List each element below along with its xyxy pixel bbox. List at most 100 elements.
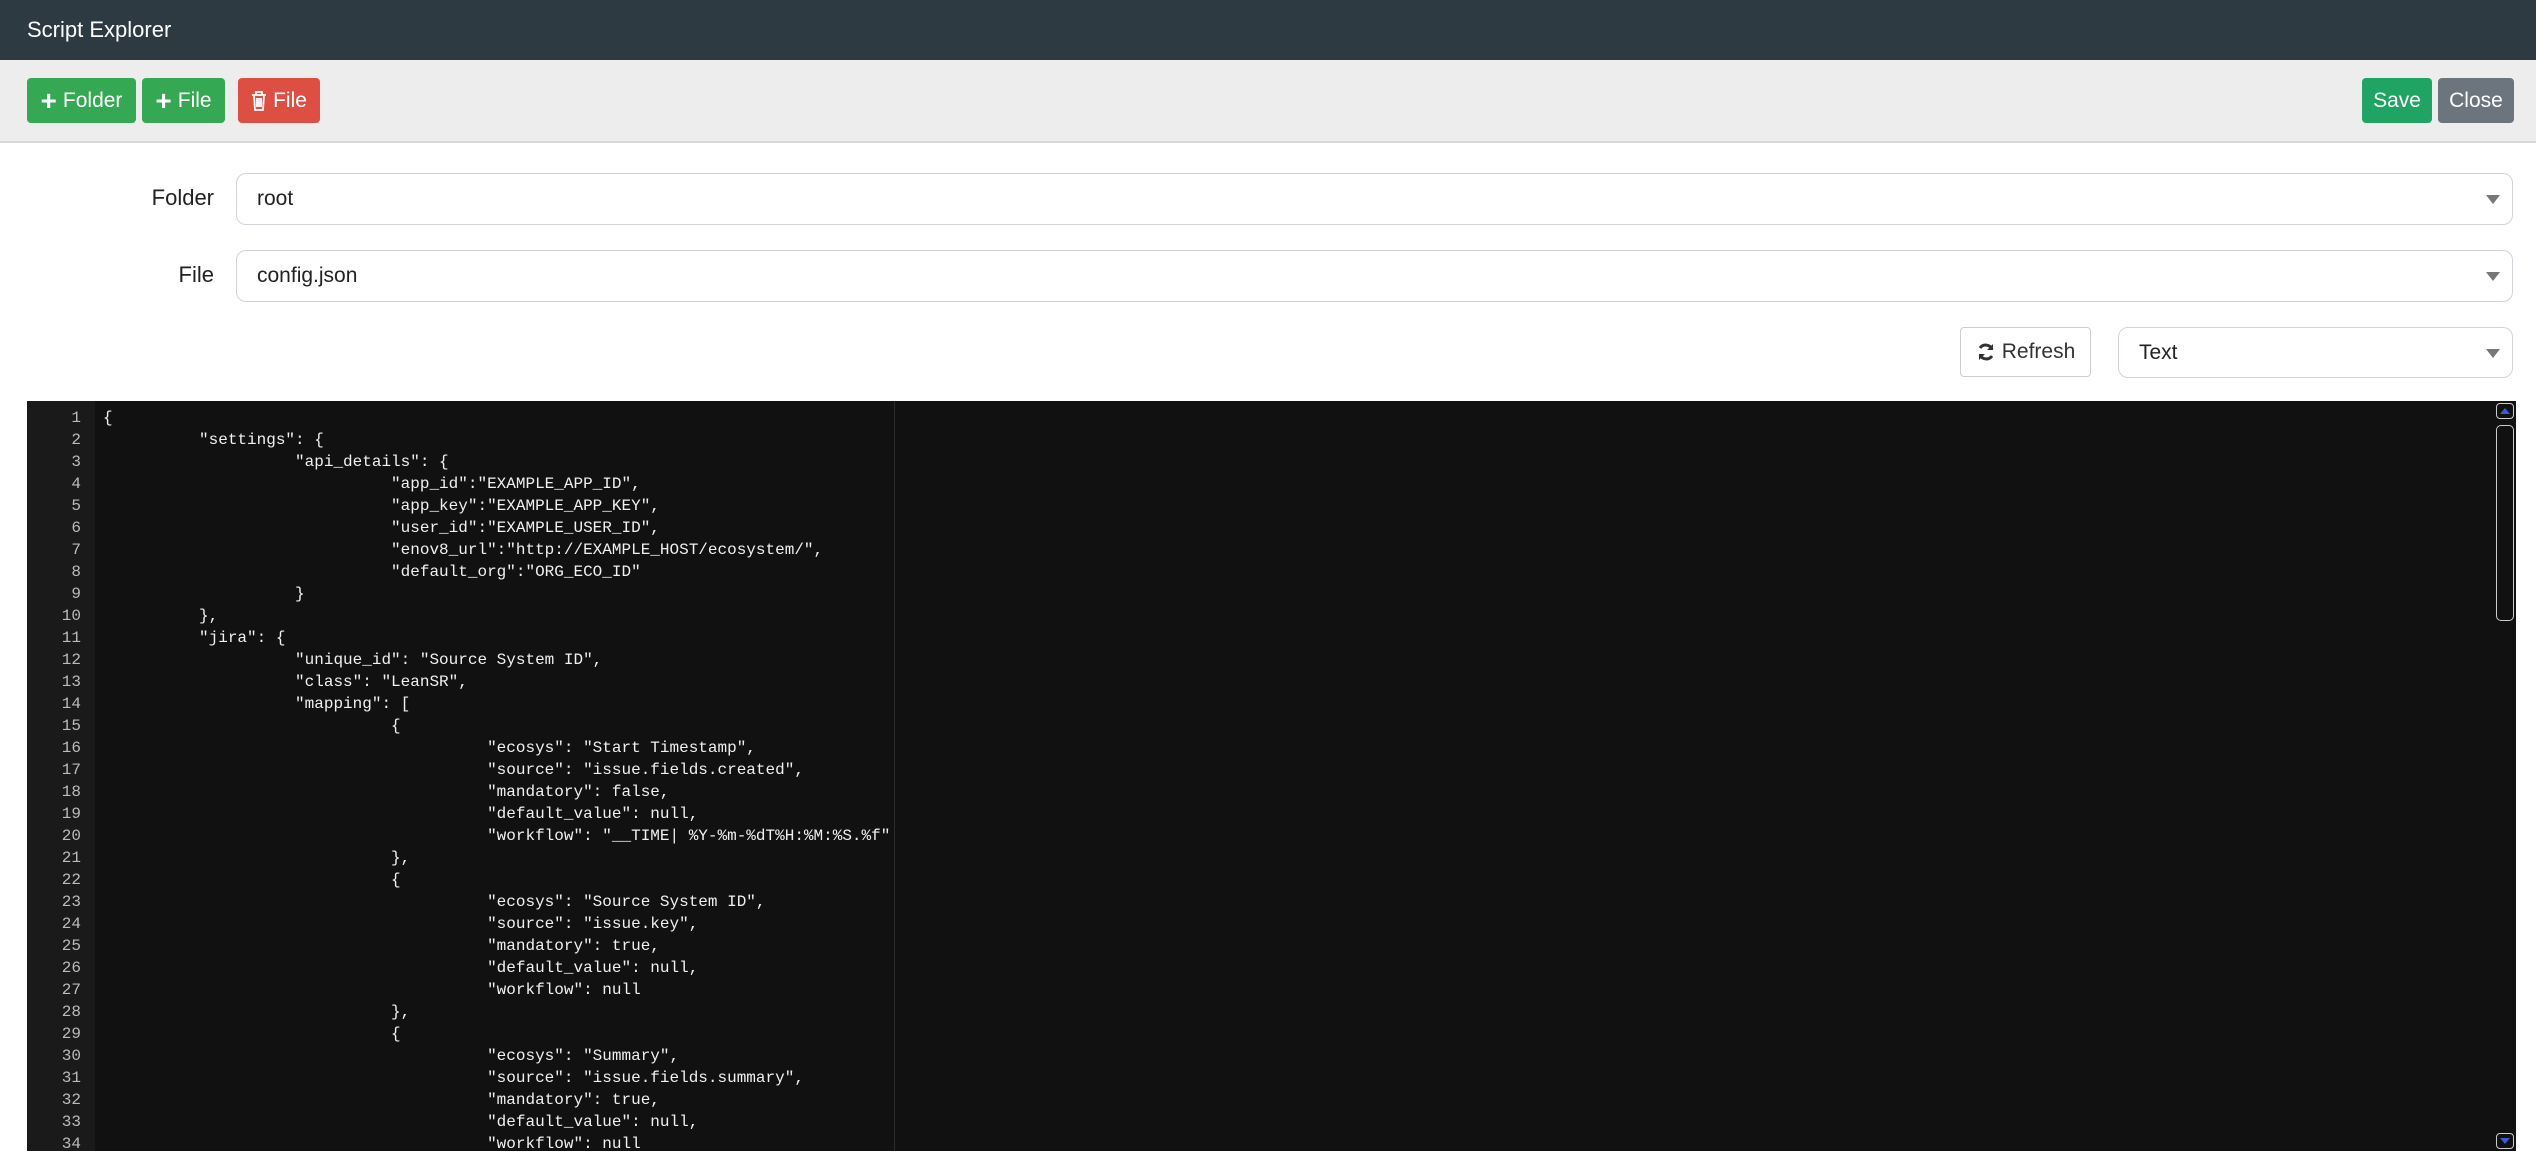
line-number: 4 [71, 475, 81, 493]
code-line[interactable]: 7 "enov8_url":"http://EXAMPLE_HOST/ecosy… [27, 539, 2516, 561]
line-number: 34 [61, 1135, 81, 1151]
file-select[interactable]: config.json [236, 250, 2513, 302]
line-text[interactable]: "app_id":"EXAMPLE_APP_ID", [81, 473, 641, 495]
refresh-button[interactable]: Refresh [1960, 327, 2091, 377]
code-line[interactable]: 3 "api_details": { [27, 451, 2516, 473]
line-text[interactable]: "default_value": null, [81, 1111, 698, 1133]
code-line[interactable]: 13 "class": "LeanSR", [27, 671, 2516, 693]
folder-label: Folder [151, 185, 214, 210]
scroll-down-icon[interactable] [2496, 1133, 2514, 1149]
save-button[interactable]: Save [2362, 78, 2432, 123]
code-editor[interactable]: 1{2 "settings": {3 "api_details": {4 "ap… [27, 401, 2516, 1151]
line-text[interactable]: "mandatory": true, [81, 1089, 660, 1111]
code-line[interactable]: 1{ [27, 407, 2516, 429]
code-line[interactable]: 12 "unique_id": "Source System ID", [27, 649, 2516, 671]
line-text[interactable]: "default_value": null, [81, 957, 698, 979]
line-text[interactable]: }, [81, 605, 218, 627]
code-line[interactable]: 24 "source": "issue.key", [27, 913, 2516, 935]
code-line[interactable]: 6 "user_id":"EXAMPLE_USER_ID", [27, 517, 2516, 539]
line-number: 5 [71, 497, 81, 515]
line-text[interactable]: { [81, 869, 401, 891]
line-text[interactable]: "enov8_url":"http://EXAMPLE_HOST/ecosyst… [81, 539, 823, 561]
line-text[interactable]: { [81, 715, 401, 737]
code-line[interactable]: 31 "source": "issue.fields.summary", [27, 1067, 2516, 1089]
line-number: 16 [61, 739, 81, 757]
line-number: 32 [61, 1091, 81, 1109]
code-line[interactable]: 30 "ecosys": "Summary", [27, 1045, 2516, 1067]
close-button[interactable]: Close [2438, 78, 2514, 123]
line-text[interactable]: "api_details": { [81, 451, 449, 473]
line-text[interactable]: "mapping": [ [81, 693, 410, 715]
add-file-button[interactable]: + File [142, 78, 225, 123]
code-line[interactable]: 22 { [27, 869, 2516, 891]
line-number: 10 [61, 607, 81, 625]
line-number: 3 [71, 453, 81, 471]
line-text[interactable]: "default_org":"ORG_ECO_ID" [81, 561, 641, 583]
plus-icon: + [155, 84, 172, 116]
scroll-up-icon[interactable] [2496, 403, 2514, 419]
code-line[interactable]: 9 } [27, 583, 2516, 605]
line-text[interactable]: "default_value": null, [81, 803, 698, 825]
line-text[interactable]: { [81, 1023, 401, 1045]
code-line[interactable]: 21 }, [27, 847, 2516, 869]
code-line[interactable]: 33 "default_value": null, [27, 1111, 2516, 1133]
code-line[interactable]: 26 "default_value": null, [27, 957, 2516, 979]
add-folder-button[interactable]: + Folder [27, 78, 136, 123]
code-line[interactable]: 15 { [27, 715, 2516, 737]
line-text[interactable]: "unique_id": "Source System ID", [81, 649, 602, 671]
mode-select[interactable]: Text [2118, 327, 2513, 378]
line-text[interactable]: } [81, 583, 305, 605]
code-line[interactable]: 10 }, [27, 605, 2516, 627]
line-text[interactable]: "ecosys": "Summary", [81, 1045, 679, 1067]
code-line[interactable]: 27 "workflow": null [27, 979, 2516, 1001]
line-number: 22 [61, 871, 81, 889]
line-text[interactable]: "source": "issue.key", [81, 913, 698, 935]
line-text[interactable]: }, [81, 1001, 410, 1023]
code-line[interactable]: 32 "mandatory": true, [27, 1089, 2516, 1111]
code-line[interactable]: 11 "jira": { [27, 627, 2516, 649]
code-line[interactable]: 18 "mandatory": false, [27, 781, 2516, 803]
line-text[interactable]: "app_key":"EXAMPLE_APP_KEY", [81, 495, 660, 517]
line-number: 13 [61, 673, 81, 691]
line-number: 9 [71, 585, 81, 603]
code-line[interactable]: 4 "app_id":"EXAMPLE_APP_ID", [27, 473, 2516, 495]
code-line[interactable]: 8 "default_org":"ORG_ECO_ID" [27, 561, 2516, 583]
folder-select[interactable]: root [236, 173, 2513, 225]
code-line[interactable]: 5 "app_key":"EXAMPLE_APP_KEY", [27, 495, 2516, 517]
code-line[interactable]: 34 "workflow": null [27, 1133, 2516, 1151]
code-line[interactable]: 2 "settings": { [27, 429, 2516, 451]
line-text[interactable]: "ecosys": "Start Timestamp", [81, 737, 756, 759]
code-line[interactable]: 29 { [27, 1023, 2516, 1045]
line-text[interactable]: "user_id":"EXAMPLE_USER_ID", [81, 517, 660, 539]
line-text[interactable]: "mandatory": true, [81, 935, 660, 957]
line-text[interactable]: "jira": { [81, 627, 285, 649]
scroll-thumb[interactable] [2496, 425, 2514, 621]
scrollbar[interactable] [2496, 403, 2514, 1149]
code-line[interactable]: 17 "source": "issue.fields.created", [27, 759, 2516, 781]
line-text[interactable]: "class": "LeanSR", [81, 671, 468, 693]
code-line[interactable]: 28 }, [27, 1001, 2516, 1023]
code-line[interactable]: 16 "ecosys": "Start Timestamp", [27, 737, 2516, 759]
line-text[interactable]: "source": "issue.fields.summary", [81, 1067, 804, 1089]
trash-icon [252, 90, 267, 111]
code-line[interactable]: 19 "default_value": null, [27, 803, 2516, 825]
code-line[interactable]: 14 "mapping": [ [27, 693, 2516, 715]
delete-file-button[interactable]: File [238, 78, 320, 123]
line-text[interactable]: "source": "issue.fields.created", [81, 759, 804, 781]
line-text[interactable]: "workflow": null [81, 1133, 641, 1151]
line-text[interactable]: "workflow": null [81, 979, 641, 1001]
line-text[interactable]: { [81, 407, 113, 429]
line-text[interactable]: "settings": { [81, 429, 324, 451]
line-text[interactable]: }, [81, 847, 410, 869]
code-line[interactable]: 25 "mandatory": true, [27, 935, 2516, 957]
line-text[interactable]: "workflow": "__TIME| %Y-%m-%dT%H:%M:%S.%… [81, 825, 890, 847]
code-line[interactable]: 23 "ecosys": "Source System ID", [27, 891, 2516, 913]
line-text[interactable]: "ecosys": "Source System ID", [81, 891, 765, 913]
code-line[interactable]: 20 "workflow": "__TIME| %Y-%m-%dT%H:%M:%… [27, 825, 2516, 847]
code-lines[interactable]: 1{2 "settings": {3 "api_details": {4 "ap… [27, 407, 2516, 1151]
line-number: 6 [71, 519, 81, 537]
line-number: 15 [61, 717, 81, 735]
line-number: 33 [61, 1113, 81, 1131]
chevron-down-icon [2486, 348, 2500, 358]
line-text[interactable]: "mandatory": false, [81, 781, 669, 803]
